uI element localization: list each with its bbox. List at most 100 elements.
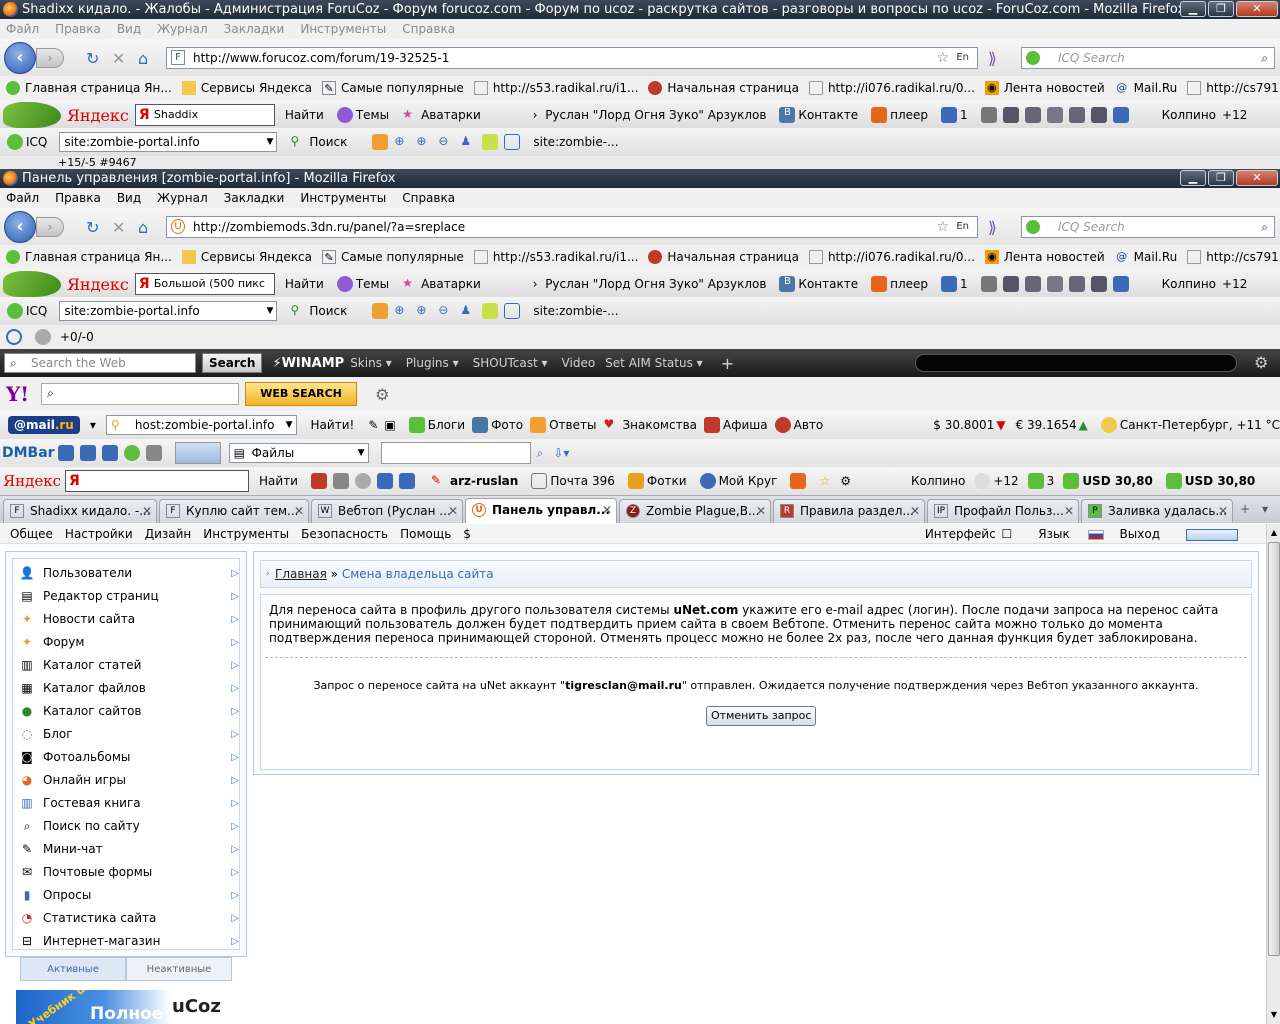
gear-icon[interactable]: ⚙	[375, 385, 389, 404]
tab-webtop[interactable]: W Вебтоп (Руслан ... ✕	[311, 499, 463, 523]
menu-view[interactable]: Вид	[117, 22, 141, 36]
sidebar-item-mini-chat[interactable]: ✎ Мини-чат ▷	[19, 838, 239, 860]
sidebar-item-polls[interactable]: ▮ Опросы ▷	[19, 884, 239, 906]
site-short-label[interactable]: site:zombie-...	[533, 304, 618, 318]
home-icon[interactable]: ⌂	[138, 218, 148, 237]
translate-icon[interactable]	[398, 473, 415, 489]
pencil-icon[interactable]	[310, 473, 327, 489]
bookmark-vkontakte[interactable]: http://cs791.vkontakte...	[1187, 81, 1280, 95]
sidebar-item-page-editor[interactable]: ▤ Редактор страниц ▷	[19, 585, 239, 607]
photo-link[interactable]: Фото	[469, 417, 523, 433]
tool-icon[interactable]	[372, 303, 389, 319]
language-select[interactable]: Язык	[1026, 527, 1105, 541]
add-icon[interactable]: +	[721, 354, 734, 373]
stop-icon[interactable]: ✕	[112, 218, 125, 237]
bookmark-star-icon[interactable]: ☆	[936, 217, 949, 237]
bookmark-star-icon[interactable]: ☆	[936, 48, 949, 68]
sidebar-item-news[interactable]: ✦ Новости сайта ▷	[19, 608, 239, 630]
avatars-button[interactable]: ★ Аватарки	[399, 107, 481, 123]
close-icon[interactable]: ✕	[142, 500, 152, 522]
weather-label[interactable]: Санкт-Петербург, +11 °C	[1098, 417, 1280, 433]
forward-button[interactable]: ›	[36, 217, 64, 237]
menu-bookmarks[interactable]: Закладки	[224, 191, 285, 205]
mail-link[interactable]: Почта 396	[528, 473, 615, 489]
check-icon[interactable]	[376, 473, 393, 489]
globe-icon[interactable]	[123, 445, 140, 461]
back-button[interactable]: ‹	[4, 42, 36, 74]
close-icon[interactable]: ✕	[910, 500, 920, 522]
camera-icon[interactable]	[1046, 276, 1063, 292]
video-link[interactable]: Video	[562, 356, 596, 370]
menu-help[interactable]: Справка	[402, 191, 455, 205]
star-icon[interactable]: ☆	[819, 474, 830, 488]
page-icon[interactable]	[504, 134, 521, 150]
yandex-find-button[interactable]: Найти	[285, 108, 324, 122]
plus-icon[interactable]	[1112, 107, 1129, 123]
house-icon[interactable]	[1002, 276, 1019, 292]
camera-icon[interactable]	[1046, 107, 1063, 123]
tab-inactive-modules[interactable]: Неактивные	[126, 957, 232, 981]
winamp-player-display[interactable]	[915, 354, 1237, 372]
highlight-icon[interactable]	[482, 134, 499, 150]
minimize-button[interactable]: ▁	[1180, 1, 1206, 17]
menu-history[interactable]: Журнал	[157, 191, 208, 205]
sidebar-item-users[interactable]: 👤 Пользователи ▷	[19, 562, 239, 584]
sidebar-item-mail-forms[interactable]: ✉ Почтовые формы ▷	[19, 861, 239, 883]
bookmark-news-feed[interactable]: ◉ Лента новостей	[984, 81, 1105, 95]
page-scrollbar[interactable]: ▲ ▼	[1266, 524, 1280, 1024]
close-icon[interactable]: ✕	[756, 500, 766, 522]
sidebar-item-blog[interactable]: ◌ Блог ▷	[19, 723, 239, 745]
dm-search-input[interactable]	[380, 442, 531, 464]
sidebar-item-articles[interactable]: ▥ Каталог статей ▷	[19, 654, 239, 676]
sidebar-item-site-search[interactable]: ⌕ Поиск по сайту ▷	[19, 815, 239, 837]
plus-icon[interactable]	[1112, 276, 1129, 292]
cancel-request-button[interactable]: Отменить запрос	[706, 706, 817, 726]
web-search-button[interactable]: WEB SEARCH	[245, 382, 358, 406]
menu-history[interactable]: Журнал	[157, 22, 208, 36]
download-icon[interactable]: ⇩▾	[553, 446, 569, 460]
close-button[interactable]: ✕	[1236, 170, 1278, 186]
photos-link[interactable]: Фотки	[625, 473, 687, 489]
chat-icon[interactable]	[57, 445, 74, 461]
pen-icon[interactable]: ✎	[368, 418, 378, 432]
icq-button[interactable]: ICQ	[4, 134, 47, 150]
zoom-icon[interactable]: ⊕	[416, 303, 432, 319]
menu-file[interactable]: Файл	[6, 191, 39, 205]
reload-icon[interactable]: ↻	[86, 49, 99, 68]
maximize-button[interactable]: ❐	[1208, 1, 1234, 17]
globe-icon[interactable]	[35, 329, 51, 345]
tab-upload[interactable]: P Заливка удалась... ✕	[1081, 499, 1233, 523]
window-size-slider[interactable]	[1174, 527, 1240, 541]
aim-search-button[interactable]: Search	[202, 353, 263, 373]
yandex-search-input[interactable]: Я	[65, 470, 250, 492]
plugins-menu[interactable]: Plugins ▾	[406, 356, 459, 370]
site-search-select[interactable]: site:zombie-portal.info ▼	[59, 132, 278, 152]
breadcrumb-home-link[interactable]: Главная	[275, 567, 327, 581]
scroll-up-icon[interactable]: ▲	[1268, 526, 1280, 540]
new-tab-icon[interactable]: +	[1240, 502, 1250, 516]
yandex-search-input[interactable]: Я Большой (500 пикс	[134, 273, 275, 295]
menu-help[interactable]: Справка	[402, 22, 455, 36]
bookmark-yandex-services[interactable]: Сервисы Яндекса	[181, 81, 312, 95]
mailru-logo[interactable]: @mail.ru	[8, 416, 80, 434]
ucoz-tutorial-banner[interactable]: Учебник uCoz Полное uCoz	[16, 990, 236, 1024]
sidebar-item-statistics[interactable]: ◔ Статистика сайта ▷	[19, 907, 239, 929]
tab-rules[interactable]: R Правила раздел... ✕	[773, 499, 925, 523]
mail-button[interactable]: 1	[938, 276, 968, 292]
shoutcast-menu[interactable]: SHOUTcast ▾	[473, 356, 548, 370]
tab-zombie-plague[interactable]: Z Zombie Plague,B... ✕	[619, 499, 771, 523]
notes-icon[interactable]	[1090, 276, 1107, 292]
icq-search-input[interactable]: ICQ Search ⌕	[1021, 216, 1275, 238]
menu-settings[interactable]: Настройки	[65, 527, 133, 541]
themes-button[interactable]: Темы	[334, 107, 389, 123]
dating-link[interactable]: ♥ Знакомства	[600, 417, 697, 433]
close-icon[interactable]: ✕	[1218, 500, 1228, 522]
files-select[interactable]: ▤ Файлы ▼	[228, 443, 369, 463]
bookmark-news-feed[interactable]: ◉ Лента новостей	[984, 250, 1105, 264]
site-search-select[interactable]: site:zombie-portal.info ▼	[59, 301, 278, 321]
menu-tools[interactable]: Инструменты	[300, 191, 386, 205]
zoom-in-icon[interactable]: ⊕	[394, 303, 410, 319]
bookmark-radikal-2[interactable]: http://i076.radikal.ru/0...	[808, 81, 975, 95]
back-button[interactable]: ‹	[4, 211, 36, 243]
chevron-down-icon[interactable]: ▾	[90, 418, 96, 432]
